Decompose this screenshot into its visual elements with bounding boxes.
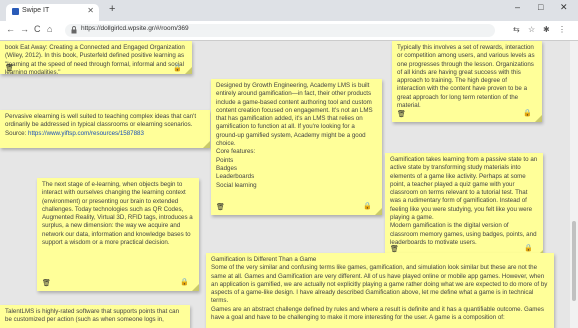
lock-icon[interactable]: 🔒 bbox=[180, 279, 189, 287]
toolbar: ← → C ⌂ https://dollgirlcd.wpsite.gr/#/r… bbox=[0, 21, 578, 41]
forward-button[interactable]: → bbox=[20, 24, 29, 34]
resize-handle[interactable] bbox=[203, 141, 210, 148]
sticky-note[interactable]: Gamification Is Different Than a Game So… bbox=[206, 253, 554, 328]
note-text: TalentLMS is highly-rated software that … bbox=[5, 308, 180, 324]
delete-icon[interactable]: 🗑 bbox=[5, 65, 14, 73]
favicon-icon bbox=[12, 8, 19, 15]
menu-icon[interactable]: ⋮ bbox=[558, 25, 566, 34]
sticky-note[interactable]: Gamification takes learning from a passi… bbox=[385, 153, 543, 257]
resize-handle[interactable] bbox=[185, 67, 192, 74]
source-link[interactable]: https://www.yiftsp.com/resources/1587883 bbox=[28, 130, 144, 137]
delete-icon[interactable]: 🗑 bbox=[42, 280, 51, 288]
source-label: Source: bbox=[5, 129, 29, 137]
note-text: Gamification takes learning from a passi… bbox=[390, 156, 538, 246]
new-tab-button[interactable]: + bbox=[109, 3, 115, 15]
sticky-note[interactable]: book Eat Away: Creating a Connected and … bbox=[0, 41, 192, 74]
note-text: The next stage of e-learning, when objec… bbox=[42, 181, 193, 247]
sticky-note[interactable]: TalentLMS is highly-rated software that … bbox=[0, 305, 190, 328]
resize-handle[interactable] bbox=[375, 208, 382, 215]
sticky-note[interactable]: Designed by Growth Engineering, Academy … bbox=[211, 79, 382, 215]
note-text: Pervasive elearning is well suited to te… bbox=[5, 113, 197, 129]
tab-swipe-it[interactable]: Swipe IT ✕ bbox=[6, 4, 99, 21]
notes-board: book Eat Away: Creating a Connected and … bbox=[0, 41, 570, 328]
back-button[interactable]: ← bbox=[6, 24, 15, 34]
url-text: https://dollgirlcd.wpsite.gr/#/room/369 bbox=[81, 25, 189, 32]
lock-icon[interactable]: 🔒 bbox=[363, 203, 372, 211]
note-text: Gamification Is Different Than a Game So… bbox=[211, 256, 548, 322]
sticky-note[interactable]: Typically this involves a set of rewards… bbox=[392, 41, 542, 122]
translate-icon[interactable]: ⇆ bbox=[513, 25, 520, 34]
sticky-note[interactable]: Pervasive elearning is well suited to te… bbox=[0, 110, 210, 148]
home-button[interactable]: ⌂ bbox=[47, 24, 52, 34]
close-window-button[interactable]: ✕ bbox=[560, 2, 568, 13]
maximize-button[interactable]: □ bbox=[538, 2, 543, 12]
note-text: book Eat Away: Creating a Connected and … bbox=[5, 44, 185, 74]
note-text: Typically this involves a set of rewards… bbox=[397, 44, 535, 110]
sticky-note[interactable]: The next stage of e-learning, when objec… bbox=[37, 178, 199, 291]
lock-icon[interactable]: 🔒 bbox=[173, 65, 182, 73]
reload-button[interactable]: C bbox=[34, 24, 41, 34]
address-bar[interactable]: https://dollgirlcd.wpsite.gr/#/room/369 bbox=[65, 24, 495, 37]
note-source: Source: https://www.yiftsp.com/resources… bbox=[5, 130, 205, 138]
secure-lock-icon bbox=[71, 26, 77, 34]
minimize-button[interactable]: – bbox=[515, 2, 520, 12]
delete-icon[interactable]: 🗑 bbox=[216, 204, 225, 212]
note-text: Designed by Growth Engineering, Academy … bbox=[216, 82, 373, 189]
tab-title: Swipe IT bbox=[22, 7, 50, 14]
tab-bar: Swipe IT ✕ + – □ ✕ bbox=[0, 0, 578, 21]
resize-handle[interactable] bbox=[535, 115, 542, 122]
tab-close-icon[interactable]: ✕ bbox=[87, 6, 94, 15]
delete-icon[interactable]: 🗑 bbox=[397, 111, 406, 119]
lock-icon[interactable]: 🔒 bbox=[524, 245, 533, 253]
bookmark-star-icon[interactable]: ☆ bbox=[528, 25, 535, 34]
lock-icon[interactable]: 🔒 bbox=[523, 110, 532, 118]
vertical-scrollbar[interactable] bbox=[570, 41, 578, 328]
scrollbar-thumb[interactable] bbox=[572, 221, 576, 301]
resize-handle[interactable] bbox=[192, 284, 199, 291]
extensions-icon[interactable]: ✱ bbox=[543, 25, 550, 34]
